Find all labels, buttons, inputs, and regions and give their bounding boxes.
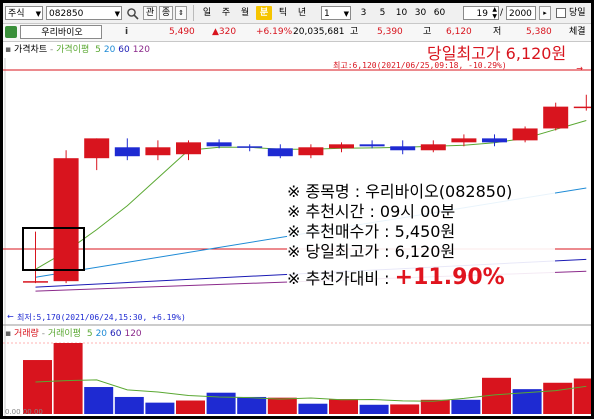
annotation-last-label: ※ 추천가대비 :	[287, 269, 395, 288]
annotation-line: ※ 당일최고가 : 6,120원	[287, 242, 456, 261]
candle-body	[390, 146, 416, 151]
annotation-line: ※ 추천매수가 : 5,450원	[287, 222, 456, 241]
volume-bar	[84, 387, 114, 414]
volume-bar	[451, 399, 481, 414]
volume-bar	[298, 403, 328, 414]
volume-bar	[267, 397, 297, 414]
candle-body	[237, 146, 263, 148]
annotation-line: ※ 종목명 : 우리바이오(082850)	[287, 182, 513, 201]
volume-bar	[359, 404, 389, 414]
candle-body	[512, 128, 538, 141]
candle-body	[114, 147, 140, 157]
volume-bar	[420, 399, 450, 414]
candle-body	[23, 281, 48, 283]
volume-bar	[329, 399, 358, 414]
volume-bar	[145, 402, 175, 414]
candle-body	[482, 138, 507, 143]
low-marker: 최저:5,170(2021/06/24,15:30, +6.19%)	[17, 313, 186, 322]
candle-body	[451, 138, 477, 143]
volume-bar	[23, 360, 52, 414]
volume-bar	[206, 392, 236, 414]
candle-body	[176, 142, 201, 155]
volume-bar	[176, 400, 205, 414]
candle-body	[573, 106, 591, 109]
volume-bar	[573, 378, 591, 414]
candle-body	[359, 144, 385, 147]
annotation-line: ※ 추천시간 : 09시 00분	[287, 202, 456, 221]
volume-bar	[53, 343, 83, 414]
candle-body	[329, 144, 354, 149]
annotation-lines: ※ 종목명 : 우리바이오(082850) ※ 추천시간 : 09시 00분 ※ 추…	[287, 182, 555, 262]
headline-high: 당일최고가 6,120원	[427, 44, 567, 63]
candle-body	[145, 147, 171, 156]
candle-body	[543, 106, 569, 129]
volume-bar	[543, 382, 573, 414]
annotation-box: ※ 종목명 : 우리바이오(082850) ※ 추천시간 : 09시 00분 ※ 추…	[287, 182, 555, 289]
candle-body	[420, 144, 446, 151]
candle-body	[267, 148, 293, 157]
annotation-last-row: ※ 추천가대비 : +11.90%	[287, 265, 555, 290]
high-arrow-icon: →	[576, 64, 583, 73]
candle-body	[206, 142, 232, 147]
volume-bar	[237, 396, 267, 414]
volume-bar	[390, 404, 420, 414]
annotation-last-value: +11.90%	[394, 265, 505, 290]
low-arrow-icon: ←	[7, 312, 14, 321]
volume-axis-label: 0.00 00.00	[5, 408, 43, 416]
volume-bar	[114, 396, 144, 414]
candle-body	[84, 138, 110, 159]
candle-body	[298, 147, 324, 156]
chart-window: 주식 ▼ 082850 ▼ 관 종 ⇕ 일주월분틱년 1 ▼ 3 5 10 30 60 19 ▲…	[3, 3, 591, 416]
candle-body	[53, 158, 79, 282]
